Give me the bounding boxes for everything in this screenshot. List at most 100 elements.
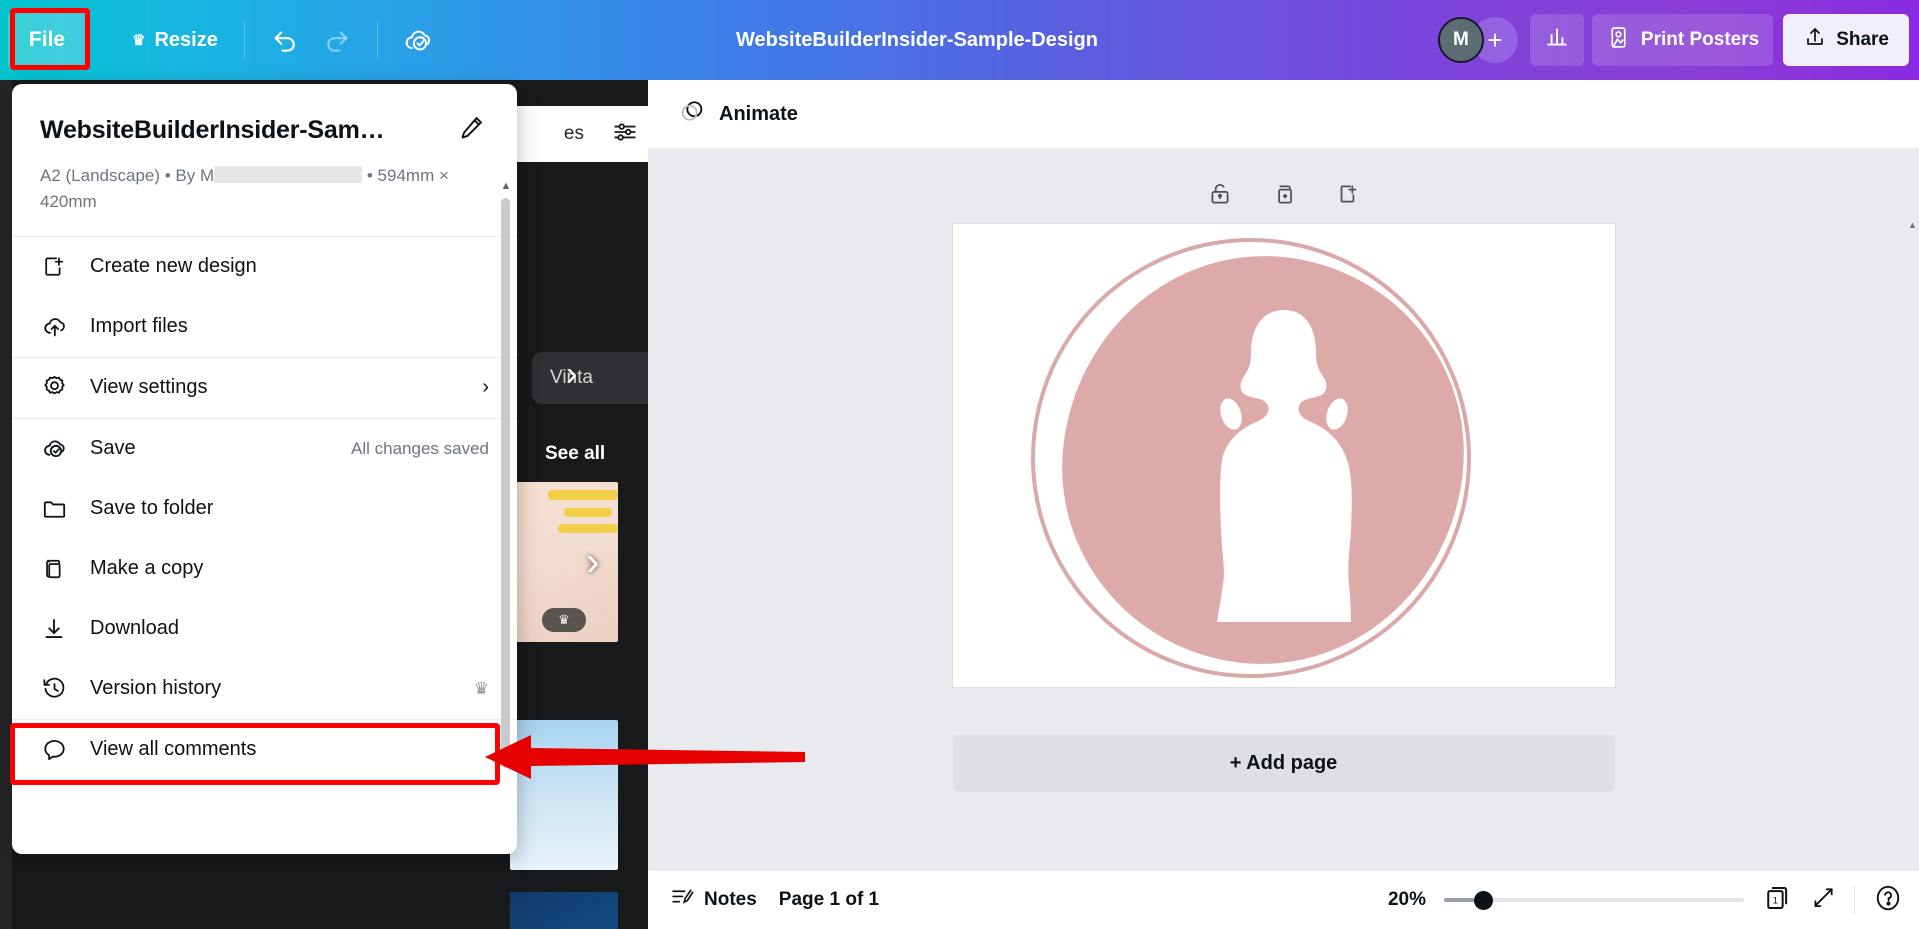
templates-next-arrow-icon[interactable]: ›: [586, 540, 599, 585]
redacted-author-name: [214, 166, 362, 183]
menu-scroll-up-icon[interactable]: ▲: [499, 180, 513, 192]
page-indicator[interactable]: Page 1 of 1: [779, 889, 879, 911]
duplicate-page-icon[interactable]: [1271, 181, 1297, 212]
menu-item-view-settings-label: View settings: [90, 376, 207, 399]
notes-button[interactable]: Notes: [670, 885, 757, 916]
toolbar-right-group: M + Print Posters: [1438, 0, 1909, 80]
menu-item-view-all-comments-label: View all comments: [90, 738, 256, 761]
menu-item-save-label: Save: [90, 437, 136, 460]
zoom-level-label[interactable]: 20%: [1388, 889, 1426, 911]
canvas-vertical-scrollbar[interactable]: ▲ ▼: [1905, 216, 1919, 929]
menu-item-create-new-design[interactable]: Create new design: [12, 237, 517, 297]
file-menu-subtitle-prefix: A2 (Landscape) • By M: [40, 166, 214, 185]
chevron-right-icon: ›: [482, 376, 489, 399]
template-thumb-1[interactable]: [510, 720, 618, 870]
zoom-slider[interactable]: [1444, 891, 1744, 909]
menu-item-version-history[interactable]: Version history ♛: [12, 659, 517, 719]
insights-icon: [1544, 24, 1570, 56]
menu-item-download[interactable]: Download: [12, 599, 517, 659]
menu-scrollbar[interactable]: ▲ ▼: [499, 180, 513, 854]
file-button-label: File: [29, 28, 65, 52]
history-icon: [40, 675, 68, 702]
file-menu-header: WebsiteBuilderInsider-Sam… A2 (Landscape…: [12, 84, 517, 236]
thumb-deco-3: [558, 524, 618, 533]
thumb-deco-2: [564, 508, 612, 517]
menu-item-make-a-copy[interactable]: Make a copy: [12, 539, 517, 599]
search-input-text: es: [564, 123, 584, 145]
filter-chip-1[interactable]: Vinta: [532, 352, 648, 404]
resize-button[interactable]: ♛ Resize: [120, 19, 230, 62]
menu-item-create-new-design-label: Create new design: [90, 255, 257, 278]
add-page-button[interactable]: + Add page: [953, 735, 1615, 792]
thumb-deco-1: [548, 490, 618, 500]
woman-silhouette-icon: [1201, 308, 1367, 640]
menu-item-view-all-comments[interactable]: View all comments: [12, 720, 517, 780]
canva-editor-window: File ♛ Resize: [0, 0, 1919, 929]
design-page-canvas[interactable]: [953, 224, 1615, 687]
pages-view-button[interactable]: 1: [1762, 883, 1792, 918]
menu-item-view-settings[interactable]: View settings ›: [12, 358, 517, 418]
share-button[interactable]: Share: [1783, 14, 1909, 66]
crown-icon: ♛: [474, 679, 489, 699]
svg-text:1: 1: [1773, 895, 1778, 905]
panel-rail: [0, 80, 12, 929]
design-title[interactable]: WebsiteBuilderInsider-Sample-Design: [736, 29, 1098, 52]
animate-icon: [678, 97, 706, 131]
cloud-upload-icon: [40, 313, 68, 340]
share-icon: [1803, 25, 1827, 55]
save-status-text: All changes saved: [351, 439, 489, 459]
undo-button[interactable]: [259, 14, 311, 66]
collaborators-group: M +: [1438, 17, 1518, 63]
add-page-icon[interactable]: [1335, 181, 1361, 212]
menu-item-save-to-folder[interactable]: Save to folder: [12, 479, 517, 539]
cloud-check-icon: [40, 435, 68, 462]
menu-item-version-history-label: Version history: [90, 677, 221, 700]
notes-icon: [670, 885, 695, 916]
scroll-up-icon[interactable]: ▲: [1908, 220, 1917, 230]
share-label: Share: [1836, 29, 1889, 51]
file-menu-subtitle: A2 (Landscape) • By M • 594mm × 420mm: [40, 163, 489, 216]
menu-item-import-files-label: Import files: [90, 315, 188, 338]
toolbar-left-group: File ♛ Resize: [0, 0, 444, 80]
filters-icon[interactable]: [612, 119, 638, 150]
file-menu-design-title: WebsiteBuilderInsider-Sam…: [40, 116, 384, 145]
menu-scroll-thumb[interactable]: [501, 198, 510, 768]
download-icon: [40, 616, 68, 642]
notes-label: Notes: [704, 889, 757, 911]
redo-icon: [322, 25, 352, 55]
cloud-check-icon: [402, 24, 434, 56]
print-posters-label: Print Posters: [1641, 29, 1759, 51]
avatar[interactable]: M: [1438, 17, 1484, 63]
rename-design-button[interactable]: [454, 110, 489, 150]
animate-button[interactable]: Animate: [668, 89, 808, 139]
help-button[interactable]: [1873, 883, 1903, 918]
see-all-link[interactable]: See all: [545, 443, 605, 465]
bottom-status-bar: Notes Page 1 of 1 20% 1: [648, 871, 1919, 929]
zoom-slider-handle[interactable]: [1474, 891, 1493, 910]
footer-left-group: Notes Page 1 of 1: [670, 885, 879, 916]
fullscreen-button[interactable]: [1810, 885, 1836, 916]
chips-next-arrow-icon[interactable]: ›: [566, 355, 577, 394]
canvas-top-bar: Animate: [648, 80, 1919, 148]
panel-collapse-button[interactable]: ‹: [640, 560, 648, 632]
lock-icon[interactable]: [1207, 181, 1233, 212]
menu-item-import-files[interactable]: Import files: [12, 297, 517, 357]
file-menu-button[interactable]: File: [8, 11, 86, 69]
menu-item-download-label: Download: [90, 617, 179, 640]
gear-icon: [40, 374, 68, 401]
template-thumb-0[interactable]: ♛: [510, 482, 618, 642]
help-icon: [1873, 883, 1903, 918]
menu-item-save[interactable]: Save All changes saved: [12, 419, 517, 479]
saved-status-button[interactable]: [392, 14, 444, 66]
print-posters-button[interactable]: Print Posters: [1592, 14, 1773, 66]
toolbar-divider-2: [377, 21, 378, 59]
redo-button[interactable]: [311, 14, 363, 66]
template-thumb-2[interactable]: [510, 892, 618, 929]
insights-button[interactable]: [1530, 14, 1584, 66]
comment-icon: [40, 736, 68, 763]
print-poster-icon: [1606, 25, 1631, 56]
resize-button-label: Resize: [154, 29, 217, 52]
plus-icon: +: [1487, 25, 1502, 56]
pages-icon: 1: [1762, 883, 1792, 918]
file-menu-list: Create new design Import files: [12, 237, 517, 780]
